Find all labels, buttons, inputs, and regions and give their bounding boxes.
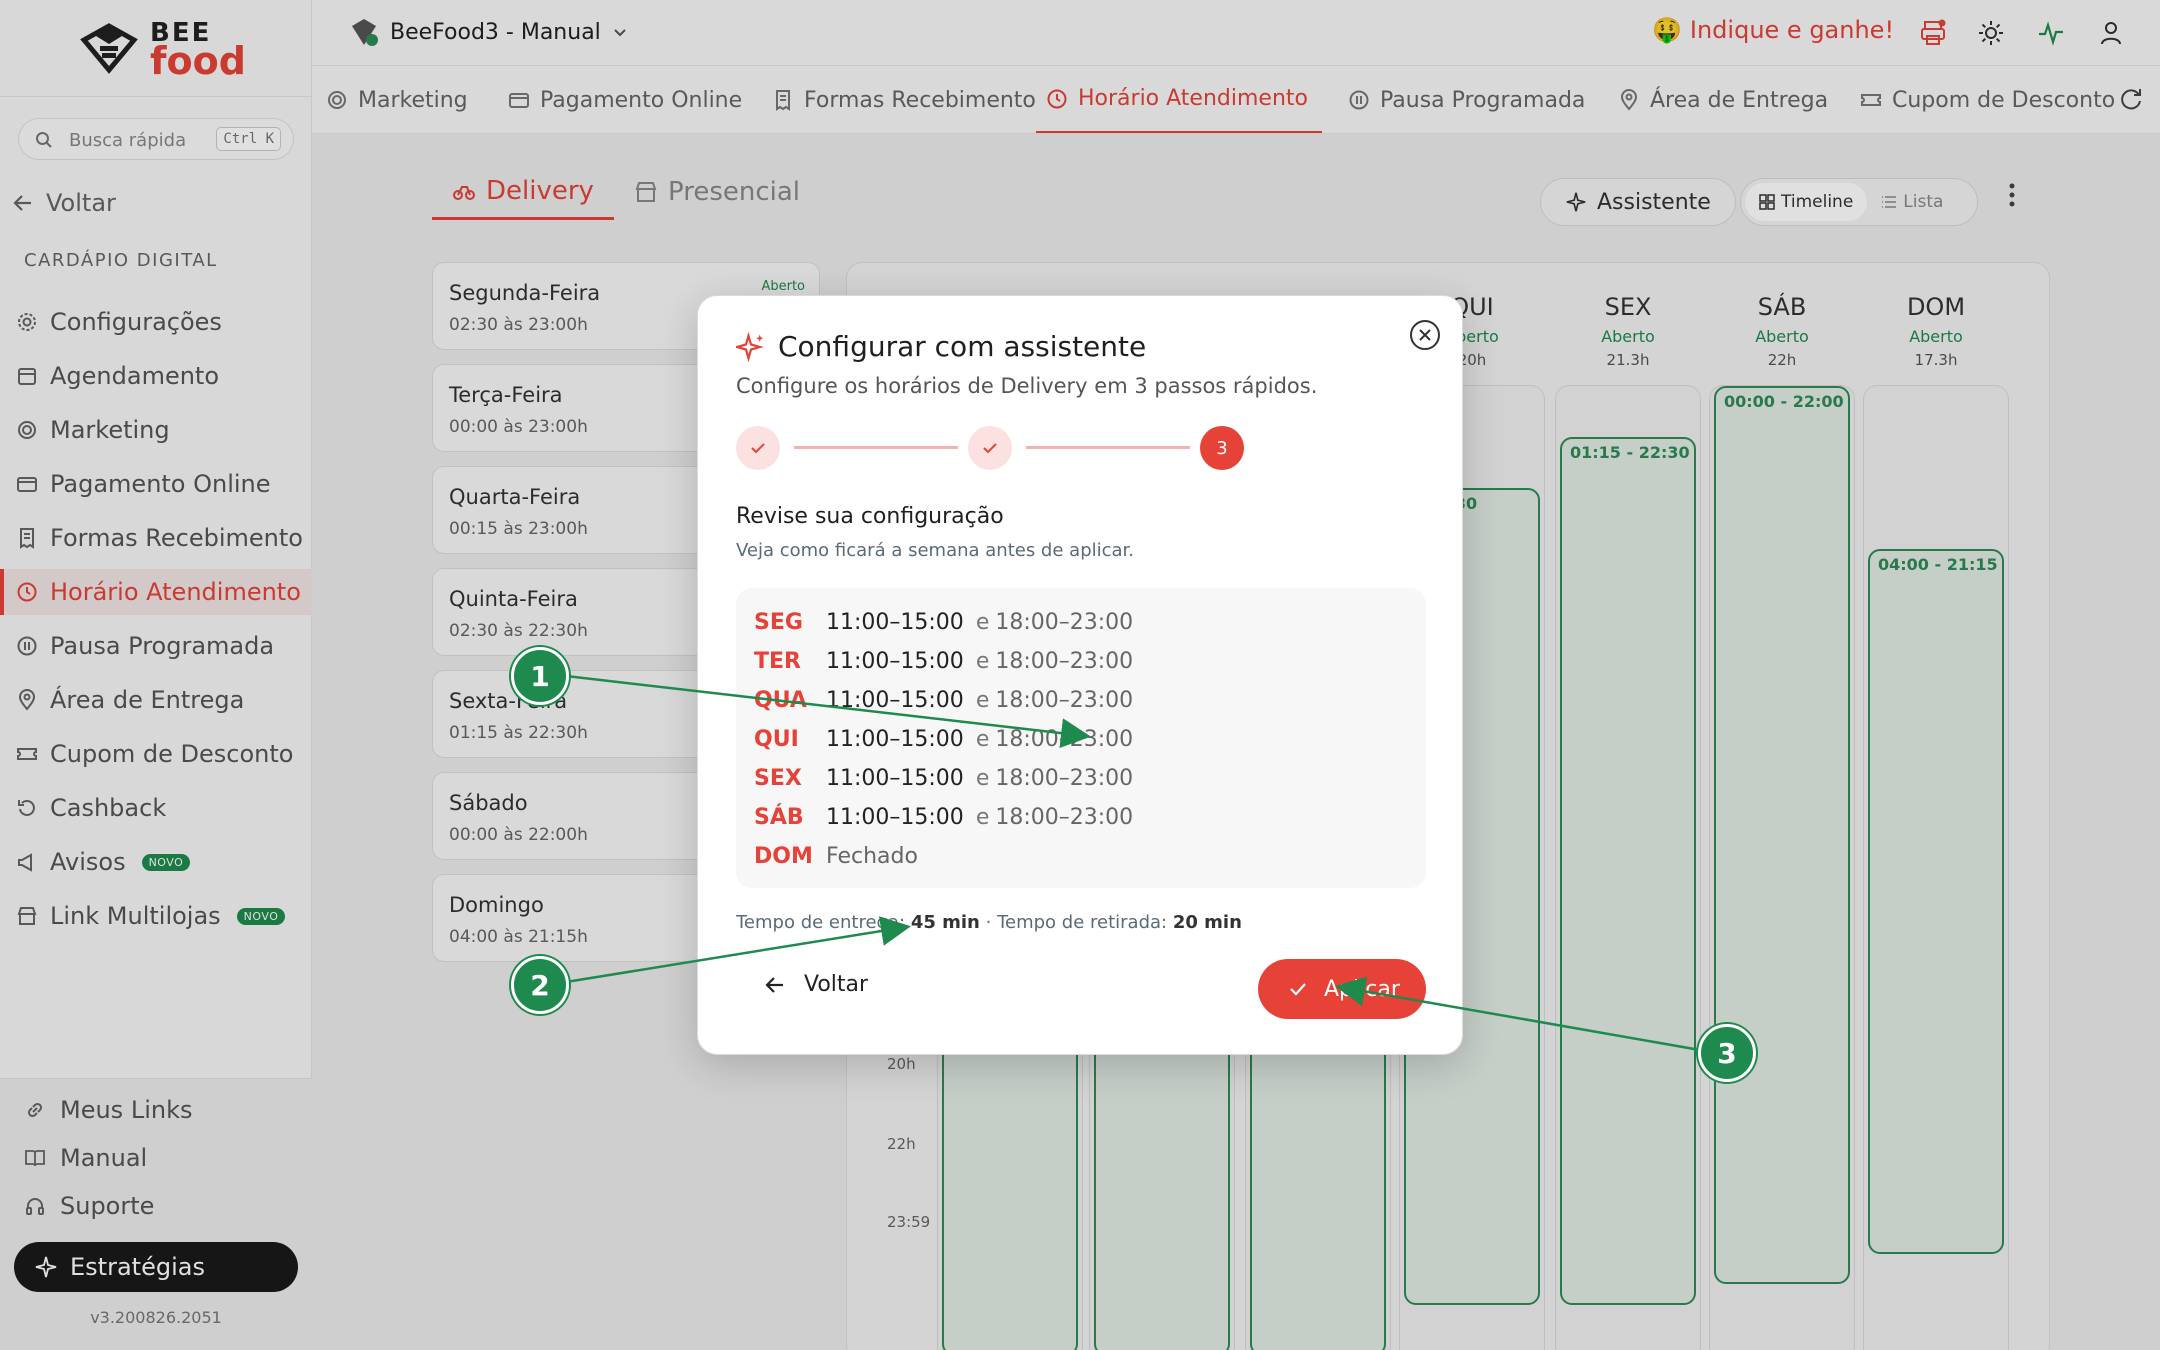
modal-title-text: Configurar com assistente <box>778 330 1147 363</box>
step-connector <box>794 446 958 449</box>
review-title: Revise sua configuração <box>736 504 1004 529</box>
schedule-day: QUI <box>754 726 799 752</box>
step-3-current: 3 <box>1200 426 1244 470</box>
step-connector <box>1026 446 1190 449</box>
schedule-second-range: 18:00–23:00 <box>995 687 1134 713</box>
check-icon <box>983 443 997 454</box>
schedule-second-range: 18:00–23:00 <box>995 726 1134 752</box>
schedule-row: TER 11:00–15:00 e 18:00–23:00 <box>754 646 1133 676</box>
schedule-joiner: e <box>975 804 990 830</box>
schedule-second-range: 18:00–23:00 <box>995 804 1134 830</box>
step-1-done <box>736 426 780 470</box>
schedule-row: QUI 11:00–15:00 e 18:00–23:00 <box>754 724 1133 754</box>
info-separator: · <box>985 912 992 933</box>
schedule-first-range: 11:00–15:00 <box>826 726 964 752</box>
schedule-row: SEX 11:00–15:00 e 18:00–23:00 <box>754 763 1133 793</box>
schedule-first-range: 11:00–15:00 <box>826 765 964 791</box>
modal-back-button[interactable]: Voltar <box>764 972 868 997</box>
close-button[interactable] <box>1410 320 1440 350</box>
review-subtitle: Veja como ficará a semana antes de aplic… <box>736 540 1135 561</box>
schedule-row: SÁB 11:00–15:00 e 18:00–23:00 <box>754 802 1133 832</box>
schedule-joiner: e <box>975 648 990 674</box>
check-icon <box>751 443 765 454</box>
times-info: Tempo de entrega: 45 min · Tempo de reti… <box>736 912 1242 933</box>
assistant-modal: Configurar com assistente Configure os h… <box>697 295 1463 1055</box>
modal-subtitle: Configure os horários de Delivery em 3 p… <box>736 374 1318 398</box>
schedule-joiner: e <box>975 609 990 635</box>
apply-label: Aplicar <box>1324 976 1400 1002</box>
schedule-joiner: e <box>975 687 990 713</box>
modal-back-label: Voltar <box>804 972 869 997</box>
check-icon <box>1290 983 1306 996</box>
pickup-time-label: Tempo de retirada: <box>997 912 1168 933</box>
schedule-row: QUA 11:00–15:00 e 18:00–23:00 <box>754 685 1133 715</box>
schedule-first-range: 11:00–15:00 <box>826 648 964 674</box>
schedule-day: SÁB <box>754 804 804 830</box>
schedule-day: SEX <box>754 765 802 791</box>
schedule-day: TER <box>754 648 801 674</box>
pickup-time-value: 20 min <box>1172 912 1242 933</box>
schedule-second-range: 18:00–23:00 <box>995 609 1134 635</box>
schedule-first-range: 11:00–15:00 <box>826 609 964 635</box>
schedule-second-range: 18:00–23:00 <box>995 648 1134 674</box>
close-icon <box>1419 329 1431 341</box>
schedule-summary: SEG 11:00–15:00 e 18:00–23:00 TER 11:00–15:00… <box>736 588 1426 888</box>
schedule-closed: Fechado <box>826 843 918 869</box>
delivery-time-value: 45 min <box>910 912 980 933</box>
modal-title: Configurar com assistente <box>736 330 1146 363</box>
schedule-joiner: e <box>975 765 990 791</box>
delivery-time-label: Tempo de entrega: <box>736 912 906 933</box>
schedule-joiner: e <box>975 726 990 752</box>
schedule-day: QUA <box>754 687 807 713</box>
apply-button[interactable]: Aplicar <box>1258 959 1426 1019</box>
schedule-day: DOM <box>754 843 813 869</box>
schedule-row: SEG 11:00–15:00 e 18:00–23:00 <box>754 607 1133 637</box>
schedule-second-range: 18:00–23:00 <box>995 765 1134 791</box>
schedule-day: SEG <box>754 609 803 635</box>
schedule-first-range: 11:00–15:00 <box>826 804 964 830</box>
schedule-row: DOM Fechado <box>754 841 918 871</box>
sparkle-icon <box>736 331 764 362</box>
arrow-left-icon <box>765 976 783 993</box>
schedule-first-range: 11:00–15:00 <box>826 687 964 713</box>
step-2-done <box>968 426 1012 470</box>
